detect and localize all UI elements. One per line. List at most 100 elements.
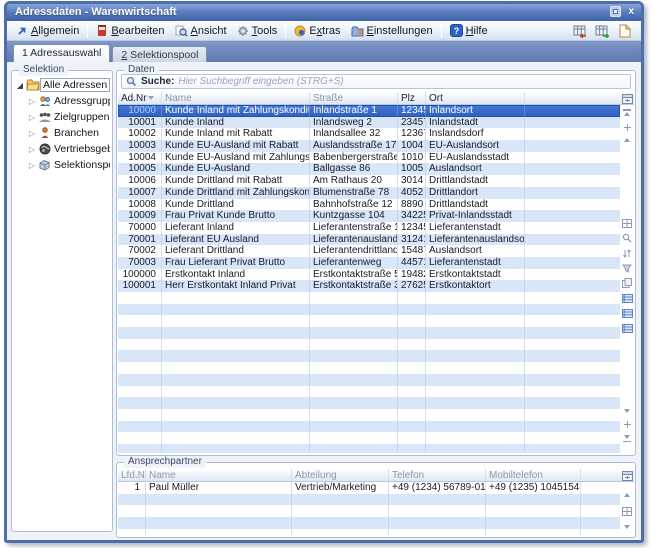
tree-item-zielgruppen[interactable]: ▷Zielgruppen — [27, 109, 110, 125]
cell: +49 (1234) 56789-01 — [389, 482, 486, 494]
table-row[interactable]: 10006Kunde Drittland mit RabattAm Rathau… — [118, 175, 620, 187]
tree-item-selektionspools[interactable]: ▷Selektionspools — [27, 157, 110, 173]
column-header-abteilung[interactable]: Abteilung — [292, 469, 389, 481]
list-view-icon[interactable] — [621, 322, 633, 334]
table-row[interactable]: 10007Kunde Drittland mit Zahlungskonditi… — [118, 187, 620, 199]
scroll-up-icon[interactable] — [621, 489, 633, 501]
tree-item-alle-adressen[interactable]: ◢Alle Adressen — [15, 77, 110, 93]
menu-item-ansicht[interactable]: Ansicht — [170, 23, 232, 39]
table-import-icon[interactable] — [594, 22, 611, 39]
cell: Erstkontaktstadt — [426, 269, 525, 281]
scroll-down-icon[interactable] — [621, 521, 633, 533]
tree-item-vertriebsgebiete[interactable]: ▷Vertriebsgebiete — [27, 141, 110, 157]
table-row[interactable]: 10009Frau Privat Kunde BruttoKuntzgasse … — [118, 210, 620, 222]
tree-item-label: Adressgruppen — [52, 95, 110, 107]
column-header-telefon[interactable]: Telefon — [389, 469, 486, 481]
column-header-name[interactable]: Name — [162, 92, 310, 104]
content-area: Selektion ◢Alle Adressen▷Adressgruppen▷Z… — [7, 62, 641, 540]
insert-icon[interactable] — [621, 121, 633, 133]
insert-icon[interactable] — [621, 418, 633, 430]
column-header-mobiltelefon[interactable]: Mobiltelefon — [486, 469, 581, 481]
close-icon[interactable]: x — [626, 6, 636, 17]
table-row[interactable]: 70003Frau Lieferant Privat BruttoLiefera… — [118, 257, 620, 269]
cell: Lieferantenstraße 10 — [310, 222, 398, 234]
sort-icon[interactable] — [621, 247, 633, 259]
table-row[interactable]: 70000Lieferant InlandLieferantenstraße 1… — [118, 222, 620, 234]
copy-icon[interactable] — [621, 277, 633, 289]
title-bar[interactable]: Adressdaten - Warenwirtschaft x — [7, 4, 641, 21]
restore-icon[interactable] — [610, 6, 621, 17]
cell — [525, 280, 620, 292]
cell: 100001 — [118, 280, 162, 292]
column-header-name[interactable]: Name — [146, 469, 292, 481]
users-three-icon — [37, 111, 52, 123]
menu-item-allgemein[interactable]: Allgemein — [11, 23, 84, 39]
menu-item-extras[interactable]: Extras — [289, 23, 345, 39]
cell — [389, 494, 486, 506]
table-row[interactable]: 100001Herr Erstkontakt Inland PrivatErst… — [118, 280, 620, 292]
empty-row — [118, 292, 620, 304]
menu-item-einstellungen[interactable]: Einstellungen — [346, 23, 438, 39]
column-header-ort[interactable]: Ort — [426, 92, 525, 104]
cell — [292, 529, 389, 535]
table-row[interactable]: 70002Lieferant DrittlandLieferantendritt… — [118, 245, 620, 257]
scroll-up-icon[interactable] — [621, 134, 633, 146]
empty-row — [118, 409, 620, 421]
table-row[interactable]: 10002Kunde Inland mit RabattInlandsallee… — [118, 128, 620, 140]
table-row[interactable]: 100000Erstkontakt InlandErstkontaktstraß… — [118, 269, 620, 281]
daten-panel: Daten Suche: Ad.NrNameStraßePlzOrt 10000… — [116, 70, 636, 456]
tree-item-adressgruppen[interactable]: ▷ Adressgruppen — [27, 93, 110, 109]
cell — [426, 362, 525, 374]
search-input[interactable] — [178, 76, 626, 87]
cell: Inlandsweg 2 — [310, 117, 398, 129]
column-header-plz[interactable]: Plz — [398, 92, 426, 104]
menu-item-hilfe[interactable]: ?Hilfe — [445, 22, 493, 39]
table-row[interactable]: 70001Lieferant EU AuslandLieferantenausl… — [118, 234, 620, 246]
cell — [525, 175, 620, 187]
tab-2-selektionspool[interactable]: 2 Selektionspool — [112, 46, 207, 62]
cell: Inslandsdorf — [426, 128, 525, 140]
table-row[interactable]: 10001Kunde InlandInlandsweg 223457Inland… — [118, 117, 620, 129]
table-row[interactable]: 10008Kunde DrittlandBahnhofstraße 128890… — [118, 199, 620, 211]
scroll-top-icon[interactable] — [621, 108, 633, 120]
column-header-adnr[interactable]: Ad.Nr — [118, 92, 162, 104]
table-row[interactable]: 10004Kunde EU-Ausland mit Zahlungskondti… — [118, 152, 620, 164]
cell — [581, 494, 620, 506]
column-chooser-icon[interactable] — [621, 470, 633, 482]
collapse-icon[interactable]: ◢ — [15, 81, 25, 90]
expand-icon[interactable]: ▷ — [27, 129, 37, 138]
scroll-down-icon[interactable] — [621, 405, 633, 417]
cell — [118, 494, 146, 506]
expand-icon[interactable]: ▷ — [27, 161, 37, 170]
expand-icon[interactable]: ▷ — [27, 97, 37, 106]
list-view-icon[interactable] — [621, 307, 633, 319]
menu-item-tools[interactable]: Tools — [232, 23, 283, 39]
menu-separator — [285, 24, 286, 38]
table-row[interactable]: 1Paul MüllerVertrieb/Marketing+49 (1234)… — [118, 482, 620, 494]
table-row[interactable]: 10000Kunde Inland mit Zahlungskondition … — [118, 105, 620, 117]
list-view-icon[interactable] — [621, 292, 633, 304]
column-chooser-icon[interactable] — [621, 93, 633, 105]
column-header-lfdnr[interactable]: Lfd.Nr. — [118, 469, 146, 481]
search-bar[interactable]: Suche: — [121, 74, 631, 89]
tab-1-adressauswahl[interactable]: 1 Adressauswahl — [13, 44, 110, 62]
column-header-strae[interactable]: Straße — [310, 92, 398, 104]
cards-icon[interactable] — [621, 505, 633, 517]
zoom-icon[interactable] — [621, 232, 633, 244]
contact-grid-rows: 1Paul MüllerVertrieb/Marketing+49 (1234)… — [118, 482, 620, 535]
empty-row — [118, 327, 620, 339]
scroll-end-icon[interactable] — [621, 431, 633, 443]
menu-item-bearbeiten[interactable]: Bearbeiten — [91, 22, 169, 39]
cards-icon[interactable] — [621, 217, 633, 229]
filter-icon[interactable] — [621, 262, 633, 274]
cell: Drittlandstadt — [426, 199, 525, 211]
tree-item-branchen[interactable]: ▷Branchen — [27, 125, 110, 141]
search-label: Suche: — [141, 76, 174, 87]
table-export-icon[interactable] — [572, 22, 589, 39]
table-row[interactable]: 10005Kunde EU-AuslandBallgasse 861005Aus… — [118, 163, 620, 175]
table-row[interactable]: 10003Kunde EU-Ausland mit RabattAuslands… — [118, 140, 620, 152]
empty-row — [118, 397, 620, 409]
new-document-icon[interactable] — [616, 22, 633, 39]
expand-icon[interactable]: ▷ — [27, 113, 37, 122]
expand-icon[interactable]: ▷ — [27, 145, 37, 154]
